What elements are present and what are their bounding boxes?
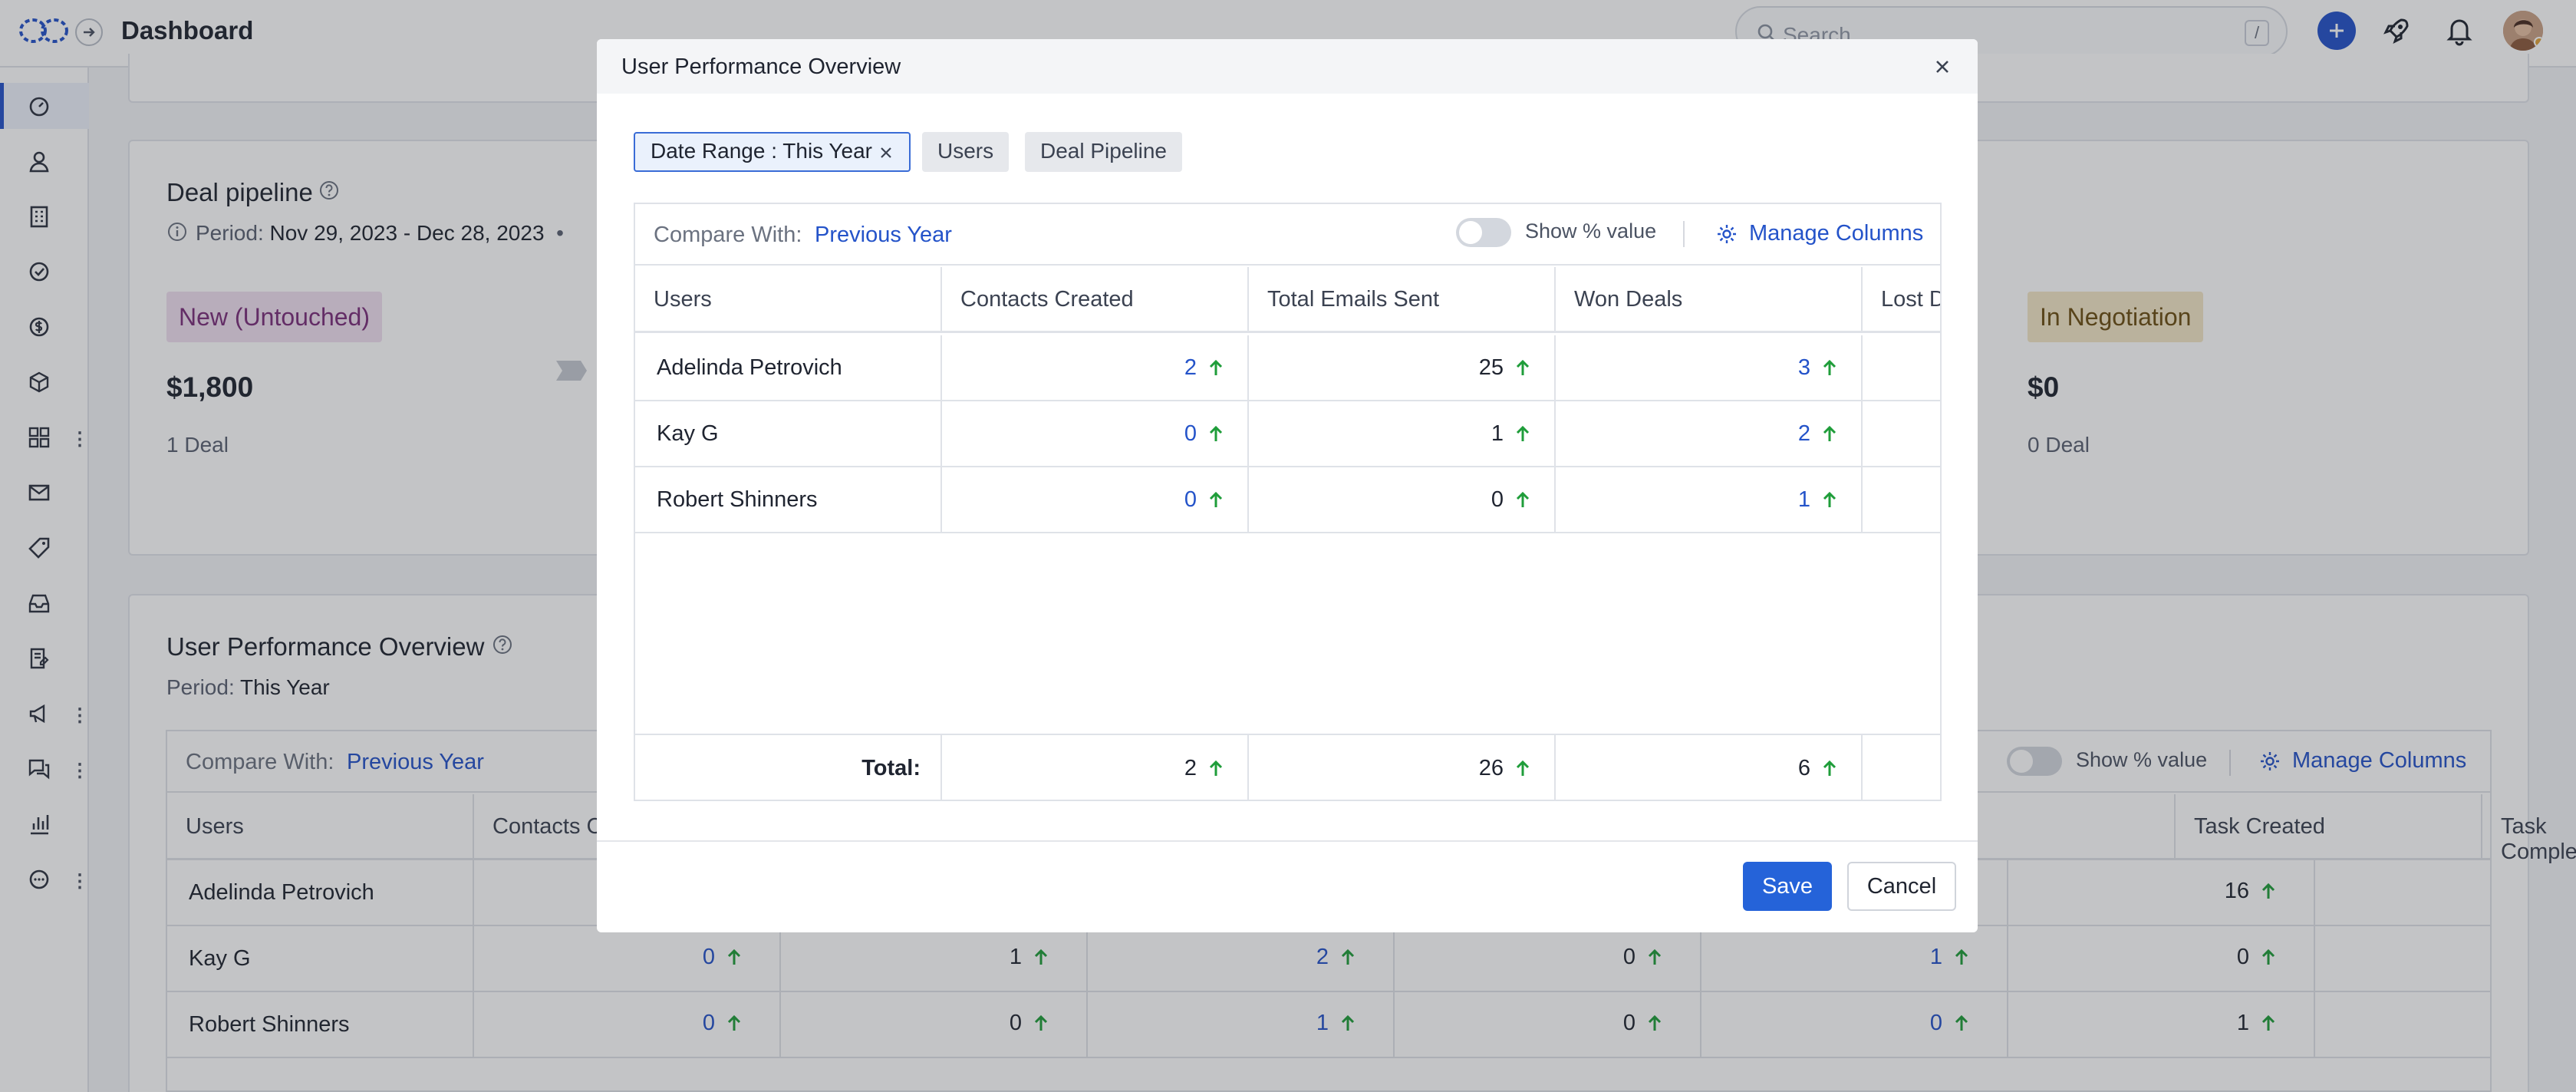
total-emails-value: 0	[1249, 467, 1556, 533]
arrow-up-icon	[1516, 760, 1530, 777]
lost-deals-value	[1863, 401, 1940, 467]
contacts-created-value[interactable]: 2	[942, 335, 1249, 401]
contacts-created-value[interactable]: 0	[942, 401, 1249, 467]
total-contacts: 2	[942, 734, 1249, 800]
filter-chip-deal-pipeline[interactable]: Deal Pipeline	[1025, 132, 1182, 172]
table-toolbar: Compare With: Previous Year Show % value…	[635, 204, 1940, 266]
total-emails: 26	[1249, 734, 1556, 800]
total-emails-value: 1	[1249, 401, 1556, 467]
contacts-created-value[interactable]: 0	[942, 467, 1249, 533]
col-header-total-emails-sent[interactable]: Total Emails Sent	[1249, 267, 1556, 333]
filter-chip-users[interactable]: Users	[922, 132, 1010, 172]
modal-header: User Performance Overview	[597, 39, 1978, 94]
won-deals-value[interactable]: 2	[1556, 401, 1863, 467]
compare-value-link[interactable]: Previous Year	[815, 223, 952, 248]
col-header-won-deals[interactable]: Won Deals	[1556, 267, 1863, 333]
cancel-button[interactable]: Cancel	[1847, 862, 1956, 911]
modal-table: Compare With: Previous Year Show % value…	[634, 203, 1942, 801]
modal-footer: Save Cancel	[597, 840, 1978, 932]
show-percent-label: Show % value	[1525, 219, 1657, 242]
arrow-up-icon	[1209, 426, 1223, 442]
arrow-up-icon	[1209, 760, 1223, 777]
lost-deals-value	[1863, 335, 1940, 401]
col-header-users[interactable]: Users	[635, 267, 942, 333]
user-performance-modal: User Performance Overview Date Range : T…	[597, 39, 1978, 932]
filter-chip-date-range[interactable]: Date Range : This Year	[634, 132, 911, 172]
user-name: Adelinda Petrovich	[635, 335, 942, 401]
col-header-contacts-created[interactable]: Contacts Created	[942, 267, 1249, 333]
arrow-up-icon	[1209, 492, 1223, 508]
divider	[1683, 221, 1685, 247]
manage-columns-button[interactable]: Manage Columns	[1715, 221, 1923, 246]
remove-filter-icon[interactable]	[878, 145, 894, 160]
arrow-up-icon	[1823, 426, 1836, 442]
arrow-up-icon	[1516, 492, 1530, 508]
gear-icon	[1718, 224, 1736, 243]
arrow-up-icon	[1516, 426, 1530, 442]
arrow-up-icon	[1823, 492, 1836, 508]
total-emails-value: 25	[1249, 335, 1556, 401]
close-icon[interactable]	[1933, 58, 1952, 76]
col-header-lost-deals[interactable]: Lost D	[1863, 267, 1940, 333]
won-deals-value[interactable]: 1	[1556, 467, 1863, 533]
won-deals-value[interactable]: 3	[1556, 335, 1863, 401]
arrow-up-icon	[1823, 760, 1836, 777]
user-name: Kay G	[635, 401, 942, 467]
save-button[interactable]: Save	[1743, 862, 1832, 911]
arrow-up-icon	[1209, 360, 1223, 376]
total-won: 6	[1556, 734, 1863, 800]
lost-deals-value	[1863, 467, 1940, 533]
show-percent-toggle[interactable]	[1456, 218, 1511, 247]
compare-label: Compare With:	[654, 223, 802, 247]
modal-title: User Performance Overview	[621, 54, 901, 79]
arrow-up-icon	[1516, 360, 1530, 376]
arrow-up-icon	[1823, 360, 1836, 376]
total-label: Total:	[635, 734, 942, 800]
user-name: Robert Shinners	[635, 467, 942, 533]
total-lost	[1863, 734, 1940, 800]
